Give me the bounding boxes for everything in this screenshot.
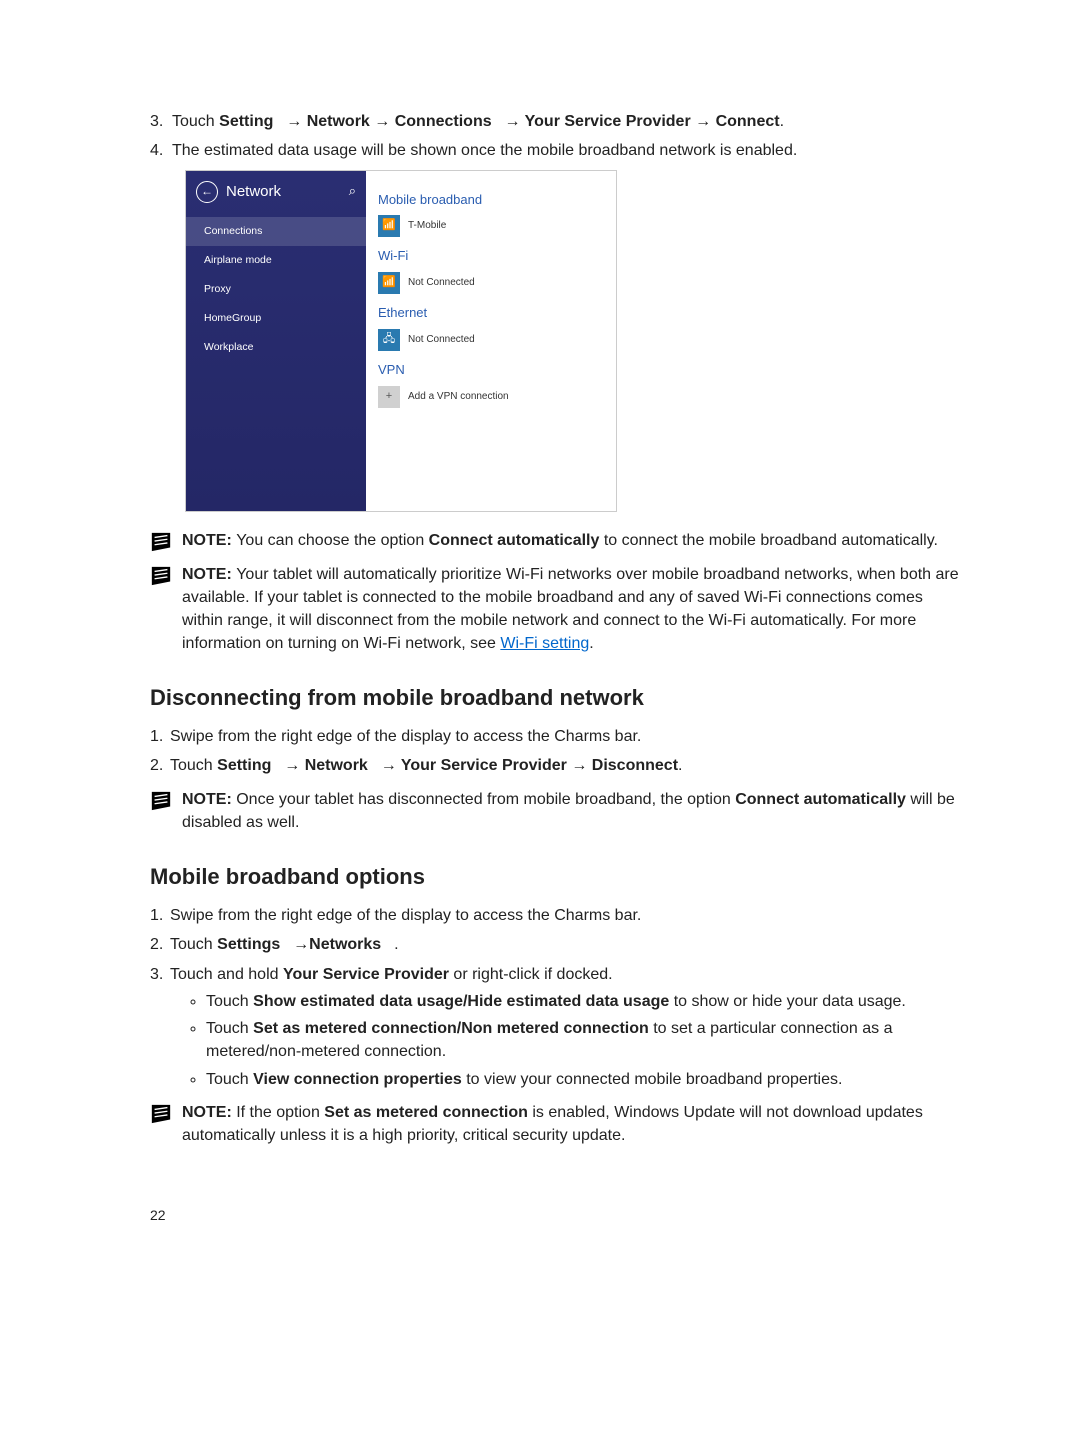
instruction-list: Touch Setting → Network → Connections → … — [150, 110, 965, 511]
note-4: NOTE: If the option Set as metered conne… — [150, 1101, 965, 1147]
sidebar-header: ← Network ⌕ — [186, 171, 366, 217]
heading-disconnecting: Disconnecting from mobile broadband netw… — [150, 685, 965, 711]
section-wifi: Wi-Fi — [378, 247, 604, 266]
section-mobile-broadband: Mobile broadband — [378, 191, 604, 210]
opt-step-3: Touch and hold Your Service Provider or … — [170, 963, 965, 1091]
search-icon[interactable]: ⌕ — [349, 182, 356, 201]
note-icon — [150, 531, 172, 553]
network-settings-screenshot: ← Network ⌕ Connections Airplane mode Pr… — [186, 171, 616, 511]
ethernet-row[interactable]: 🖧 Not Connected — [378, 329, 604, 351]
bullet-a: Touch Show estimated data usage/Hide est… — [206, 990, 965, 1013]
wifi-setting-link[interactable]: Wi-Fi setting — [500, 635, 589, 652]
disc-step-1: Swipe from the right edge of the display… — [170, 725, 965, 748]
heading-mobile-options: Mobile broadband options — [150, 864, 965, 890]
sidebar-title: Network — [226, 181, 281, 203]
step-3: Touch Setting → Network → Connections → … — [172, 110, 965, 133]
sidebar-item-workplace[interactable]: Workplace — [186, 333, 366, 362]
note-3: NOTE: Once your tablet has disconnected … — [150, 788, 965, 834]
opt-step-2: Touch Settings →Networks . — [170, 933, 965, 956]
sidebar-item-airplane[interactable]: Airplane mode — [186, 246, 366, 275]
vpn-row[interactable]: + Add a VPN connection — [378, 386, 604, 408]
note-icon — [150, 565, 172, 587]
note-2: NOTE: Your tablet will automatically pri… — [150, 563, 965, 656]
bullet-c: Touch View connection properties to view… — [206, 1068, 965, 1091]
sidebar: ← Network ⌕ Connections Airplane mode Pr… — [186, 171, 366, 511]
ethernet-tile-icon: 🖧 — [378, 329, 400, 351]
note-1: NOTE: You can choose the option Connect … — [150, 529, 965, 553]
note-icon — [150, 1103, 172, 1125]
sidebar-item-homegroup[interactable]: HomeGroup — [186, 304, 366, 333]
note-icon — [150, 790, 172, 812]
content-panel: Mobile broadband 📶 T-Mobile Wi-Fi 📶 Not … — [366, 171, 616, 511]
section-ethernet: Ethernet — [378, 304, 604, 323]
mobile-broadband-row[interactable]: 📶 T-Mobile — [378, 215, 604, 237]
bullet-b: Touch Set as metered connection/Non mete… — [206, 1017, 965, 1063]
add-vpn-icon: + — [378, 386, 400, 408]
wifi-row[interactable]: 📶 Not Connected — [378, 272, 604, 294]
options-bullets: Touch Show estimated data usage/Hide est… — [170, 990, 965, 1091]
options-list: Swipe from the right edge of the display… — [150, 904, 965, 1090]
sidebar-item-connections[interactable]: Connections — [186, 217, 366, 246]
step-4: The estimated data usage will be shown o… — [172, 139, 965, 510]
opt-step-1: Swipe from the right edge of the display… — [170, 904, 965, 927]
disconnect-list: Swipe from the right edge of the display… — [150, 725, 965, 778]
back-icon[interactable]: ← — [196, 181, 218, 203]
sidebar-item-proxy[interactable]: Proxy — [186, 275, 366, 304]
disc-step-2: Touch Setting → Network → Your Service P… — [170, 754, 965, 777]
signal-tile-icon: 📶 — [378, 215, 400, 237]
page-number: 22 — [150, 1207, 965, 1223]
section-vpn: VPN — [378, 361, 604, 380]
wifi-tile-icon: 📶 — [378, 272, 400, 294]
